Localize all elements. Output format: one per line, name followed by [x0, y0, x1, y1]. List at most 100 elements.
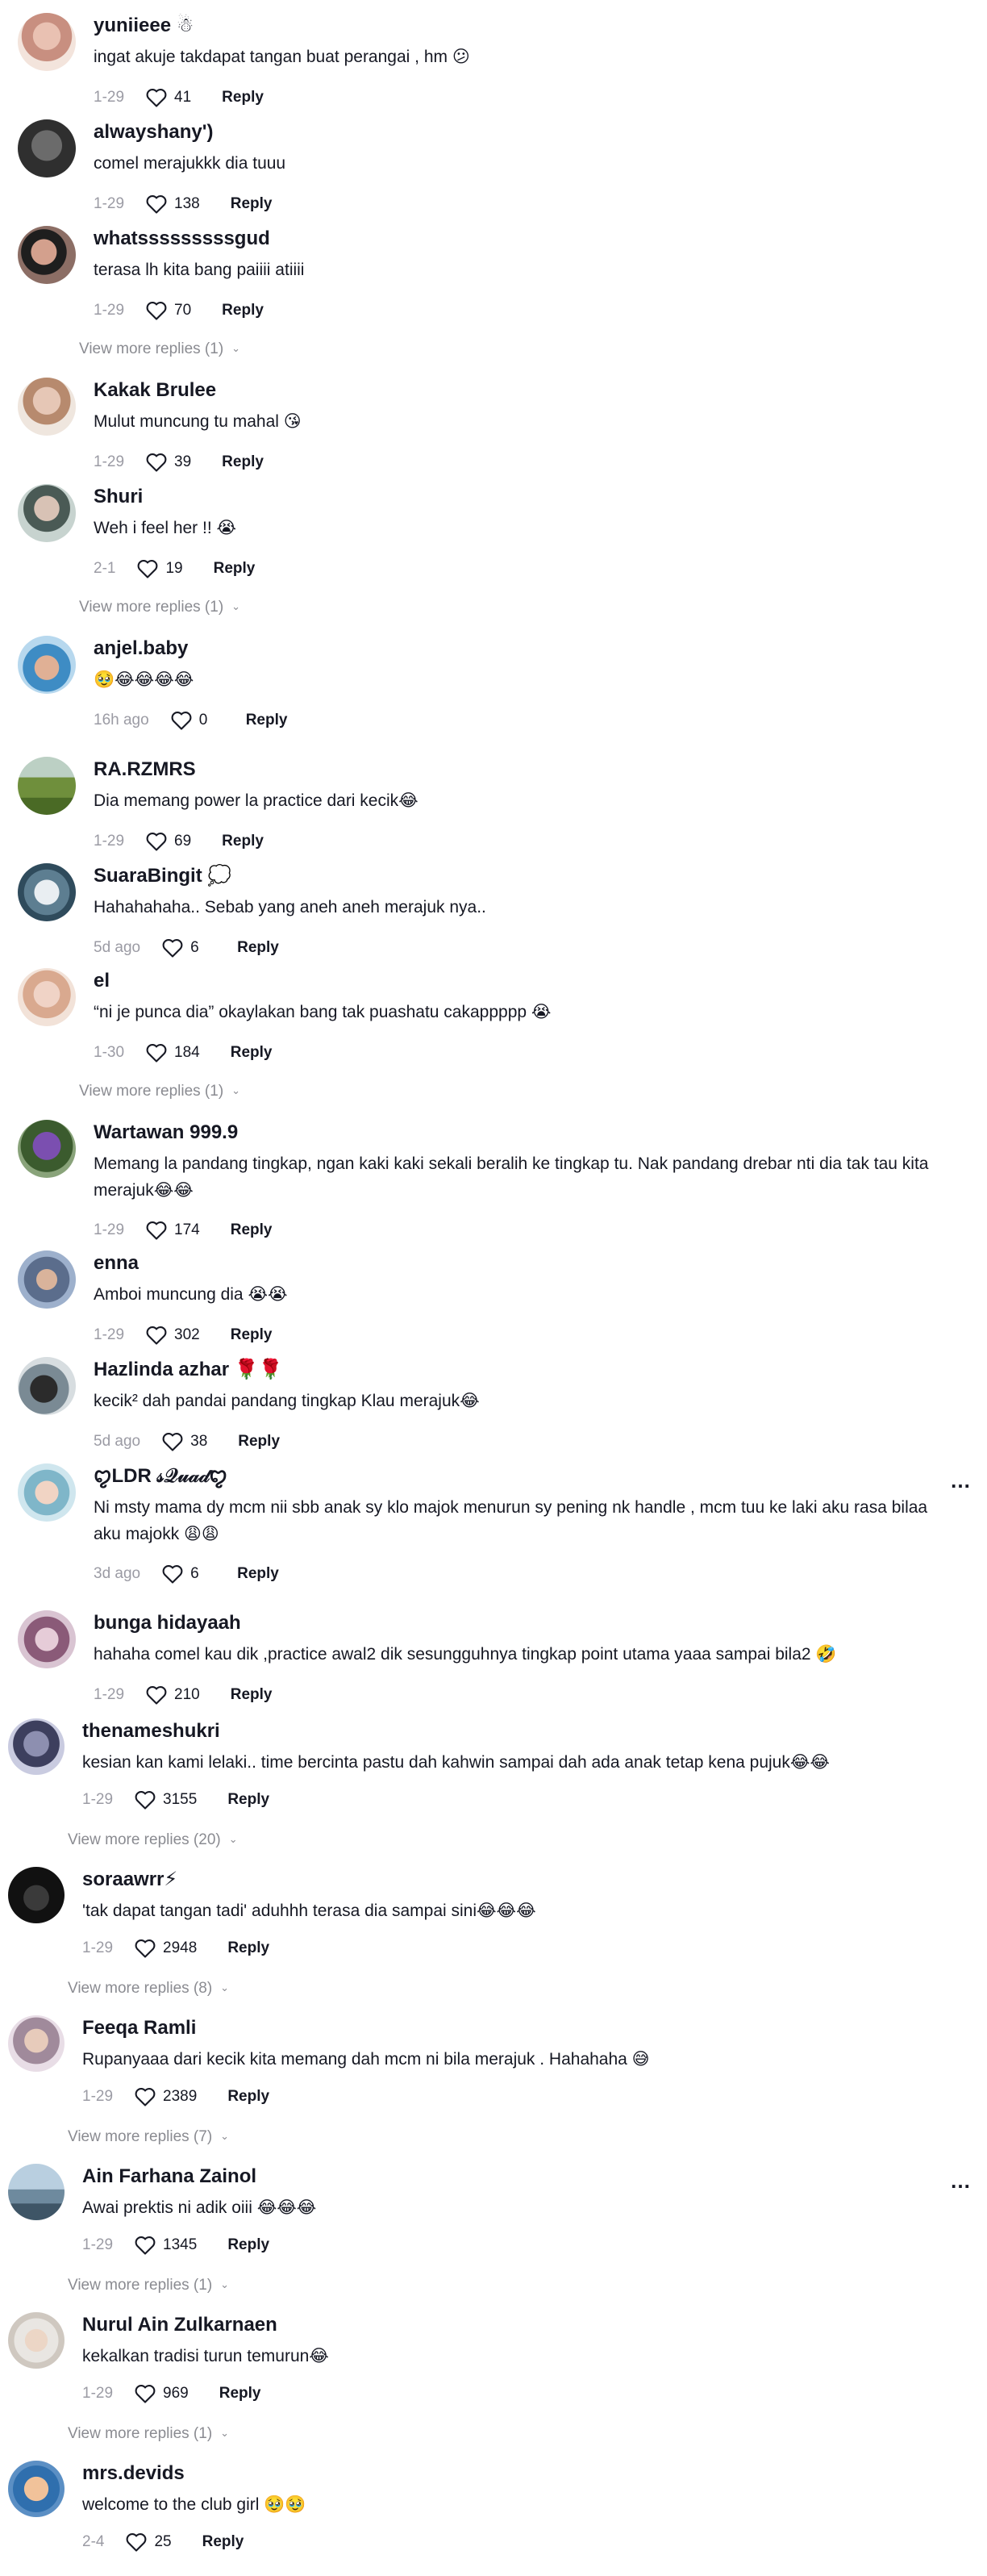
like-count: 302 — [174, 1326, 200, 1343]
avatar[interactable] — [8, 2015, 65, 2072]
heart-icon[interactable] — [134, 2086, 156, 2107]
reply-button[interactable]: Reply — [227, 1791, 269, 1809]
reply-button[interactable]: Reply — [227, 2236, 269, 2254]
heart-icon[interactable] — [161, 1564, 184, 1584]
view-more-replies[interactable]: View more replies (1) ⌄ — [79, 337, 240, 361]
view-more-replies[interactable]: View more replies (8) ⌄ — [68, 1977, 229, 2001]
reply-button[interactable]: Reply — [227, 1939, 269, 1957]
view-more-replies[interactable]: View more replies (20) ⌄ — [68, 1828, 238, 1852]
more-options-icon[interactable]: … — [950, 2169, 972, 2194]
reply-button[interactable]: Reply — [231, 1326, 273, 1344]
reply-button[interactable]: Reply — [237, 939, 279, 957]
view-more-replies[interactable]: View more replies (1) ⌄ — [79, 1079, 240, 1104]
avatar[interactable] — [8, 2461, 65, 2517]
heart-icon[interactable] — [170, 710, 193, 731]
heart-icon[interactable] — [134, 1938, 156, 1959]
view-more-replies[interactable]: View more replies (1) ⌄ — [79, 595, 240, 620]
comment-author[interactable]: Nurul Ain Zulkarnaen — [82, 2312, 277, 2338]
heart-icon[interactable] — [134, 1789, 156, 1810]
heart-icon[interactable] — [145, 1685, 168, 1706]
heart-icon[interactable] — [134, 2235, 156, 2256]
heart-icon[interactable] — [145, 87, 168, 108]
comment-author[interactable]: ꨄLDR 𝓈𝒬𝓊𝒶𝒹ꨄ — [94, 1463, 227, 1489]
avatar[interactable] — [8, 2312, 65, 2369]
reply-button[interactable]: Reply — [238, 1433, 280, 1451]
heart-icon[interactable] — [145, 831, 168, 852]
heart-icon[interactable] — [145, 194, 168, 215]
avatar[interactable] — [8, 1718, 65, 1775]
comment-author[interactable]: mrs.devids — [82, 2461, 185, 2486]
comment-actions: 1-29 69 Reply — [94, 829, 264, 854]
reply-button[interactable]: Reply — [219, 2385, 261, 2403]
comment-author[interactable]: bunga hidayaah — [94, 1610, 241, 1636]
comment-date: 1-29 — [94, 195, 125, 212]
avatar[interactable] — [18, 226, 76, 284]
avatar[interactable] — [18, 1463, 76, 1522]
comment-author[interactable]: Feeqa Ramli — [82, 2015, 196, 2041]
view-more-replies-label: View more replies (1) — [68, 2425, 213, 2442]
heart-icon[interactable] — [145, 300, 168, 321]
comment-actions: 1-30 184 Reply — [94, 1041, 272, 1065]
reply-button[interactable]: Reply — [246, 712, 288, 729]
avatar[interactable] — [18, 636, 76, 694]
like-count: 969 — [163, 2385, 189, 2402]
reply-button[interactable]: Reply — [214, 560, 256, 578]
heart-icon[interactable] — [134, 2383, 156, 2404]
reply-button[interactable]: Reply — [237, 1565, 279, 1583]
reply-button[interactable]: Reply — [202, 2533, 244, 2551]
heart-icon[interactable] — [145, 452, 168, 473]
reply-button[interactable]: Reply — [231, 1686, 273, 1704]
comment-author[interactable]: soraawrr⚡ — [82, 1867, 177, 1893]
avatar[interactable] — [18, 378, 76, 436]
avatar[interactable] — [18, 1610, 76, 1668]
reply-button[interactable]: Reply — [222, 833, 264, 850]
avatar[interactable] — [18, 968, 76, 1026]
reply-button[interactable]: Reply — [231, 1221, 273, 1239]
avatar[interactable] — [18, 863, 76, 921]
comment-author[interactable]: thenameshukri — [82, 1718, 220, 1744]
heart-icon[interactable] — [145, 1220, 168, 1241]
avatar[interactable] — [18, 484, 76, 542]
avatar[interactable] — [8, 2164, 65, 2220]
comment-author[interactable]: Hazlinda azhar 🌹🌹 — [94, 1357, 282, 1383]
comment-author[interactable]: yuniieee ☃ — [94, 13, 194, 39]
comment-author[interactable]: alwayshany') — [94, 119, 213, 145]
reply-button[interactable]: Reply — [222, 453, 264, 471]
avatar[interactable] — [18, 1120, 76, 1178]
view-more-replies[interactable]: View more replies (1) ⌄ — [68, 2273, 229, 2298]
comment-author[interactable]: RA.RZMRS — [94, 757, 196, 783]
view-more-replies[interactable]: View more replies (7) ⌄ — [68, 2125, 229, 2149]
reply-button[interactable]: Reply — [231, 195, 273, 213]
more-options-icon[interactable]: … — [950, 1468, 972, 1493]
comment-author[interactable]: Shuri — [94, 484, 143, 510]
comment-actions: 1-29 302 Reply — [94, 1323, 272, 1347]
comment-author[interactable]: anjel.baby — [94, 636, 188, 662]
heart-icon[interactable] — [161, 937, 184, 958]
view-more-replies-label: View more replies (1) — [79, 1083, 224, 1100]
comment-text: welcome to the club girl 🥹🥹 — [82, 2495, 306, 2514]
avatar[interactable] — [8, 1867, 65, 1923]
avatar[interactable] — [18, 757, 76, 815]
avatar[interactable] — [18, 1250, 76, 1309]
comment-author[interactable]: Wartawan 999.9 — [94, 1120, 238, 1146]
avatar[interactable] — [18, 119, 76, 177]
heart-icon[interactable] — [161, 1431, 184, 1452]
avatar[interactable] — [18, 13, 76, 71]
comment-author[interactable]: Kakak Brulee — [94, 378, 216, 403]
comment-author[interactable]: enna — [94, 1250, 139, 1276]
view-more-replies[interactable]: View more replies (1) ⌄ — [68, 2422, 229, 2446]
avatar[interactable] — [18, 1357, 76, 1415]
heart-icon[interactable] — [136, 558, 159, 579]
like-count: 210 — [174, 1686, 200, 1703]
comment-author[interactable]: el — [94, 968, 110, 994]
comment-author[interactable]: SuaraBingit 💭 — [94, 863, 231, 889]
reply-button[interactable]: Reply — [222, 89, 264, 106]
reply-button[interactable]: Reply — [231, 1044, 273, 1062]
heart-icon[interactable] — [125, 2532, 148, 2553]
comment-author[interactable]: whatsssssssssgud — [94, 226, 270, 252]
heart-icon[interactable] — [145, 1325, 168, 1346]
reply-button[interactable]: Reply — [222, 302, 264, 319]
comment-author[interactable]: Ain Farhana Zainol — [82, 2164, 256, 2190]
reply-button[interactable]: Reply — [227, 2088, 269, 2106]
heart-icon[interactable] — [145, 1042, 168, 1063]
